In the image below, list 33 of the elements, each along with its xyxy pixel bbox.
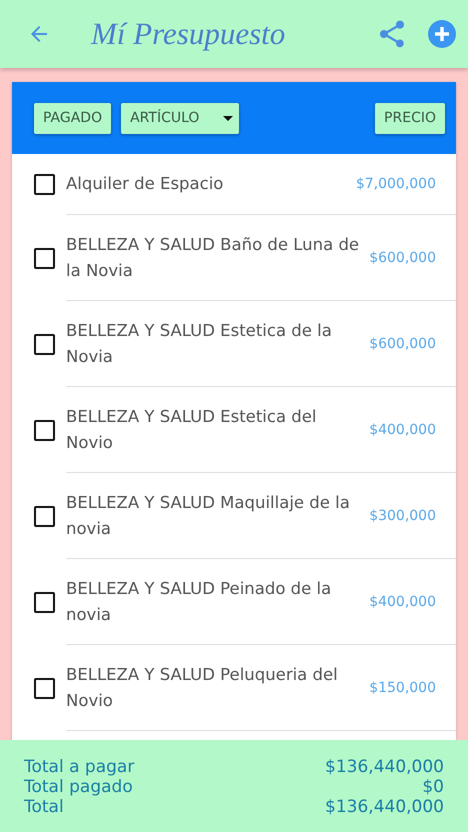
item-price: $7,000,000: [356, 176, 436, 192]
item-name: BELLEZA Y SALUD Peluqueria del Novio: [66, 664, 339, 712]
item-name: Alquiler de Espacio: [66, 173, 224, 195]
total-value: $136,440,000: [325, 797, 444, 817]
total-label: Total: [24, 797, 64, 817]
total-label: Total a pagar: [24, 757, 134, 777]
sort-button[interactable]: PAGADO: [34, 102, 112, 134]
checkbox[interactable]: [34, 420, 55, 440]
checkbox[interactable]: [34, 248, 55, 268]
checkbox[interactable]: [34, 678, 55, 698]
item-price: $600,000: [369, 336, 436, 352]
add-icon[interactable]: [428, 20, 456, 48]
sort-dropdown[interactable]: ARTÍCULO: [121, 102, 240, 134]
item-name: BELLEZA Y SALUD Baño de Luna de la Novia: [66, 234, 360, 282]
item-name: BELLEZA Y SALUD Estetica de la Novia: [66, 320, 333, 368]
item-price: $300,000: [369, 508, 436, 524]
caret-icon: [223, 116, 234, 120]
checkbox[interactable]: [34, 592, 55, 612]
item-price: $600,000: [369, 250, 436, 266]
item-name: BELLEZA Y SALUD Estetica del Novio: [66, 406, 318, 454]
total-label: Total pagado: [24, 777, 133, 797]
total-value: $0: [422, 777, 444, 797]
item-price: $400,000: [369, 422, 436, 438]
checkbox[interactable]: [34, 334, 55, 354]
checkbox[interactable]: [34, 174, 55, 195]
item-price: $400,000: [369, 594, 436, 610]
item-name: BELLEZA Y SALUD Maquillaje de la novia: [66, 492, 351, 540]
sort-button[interactable]: PRECIO: [375, 102, 445, 134]
total-value: $136,440,000: [325, 757, 444, 777]
checkbox[interactable]: [34, 506, 55, 526]
app-title: Mí Presupuesto: [91, 16, 286, 52]
item-price: $150,000: [369, 680, 436, 696]
item-name: BELLEZA Y SALUD Peinado de la novia: [66, 578, 332, 626]
